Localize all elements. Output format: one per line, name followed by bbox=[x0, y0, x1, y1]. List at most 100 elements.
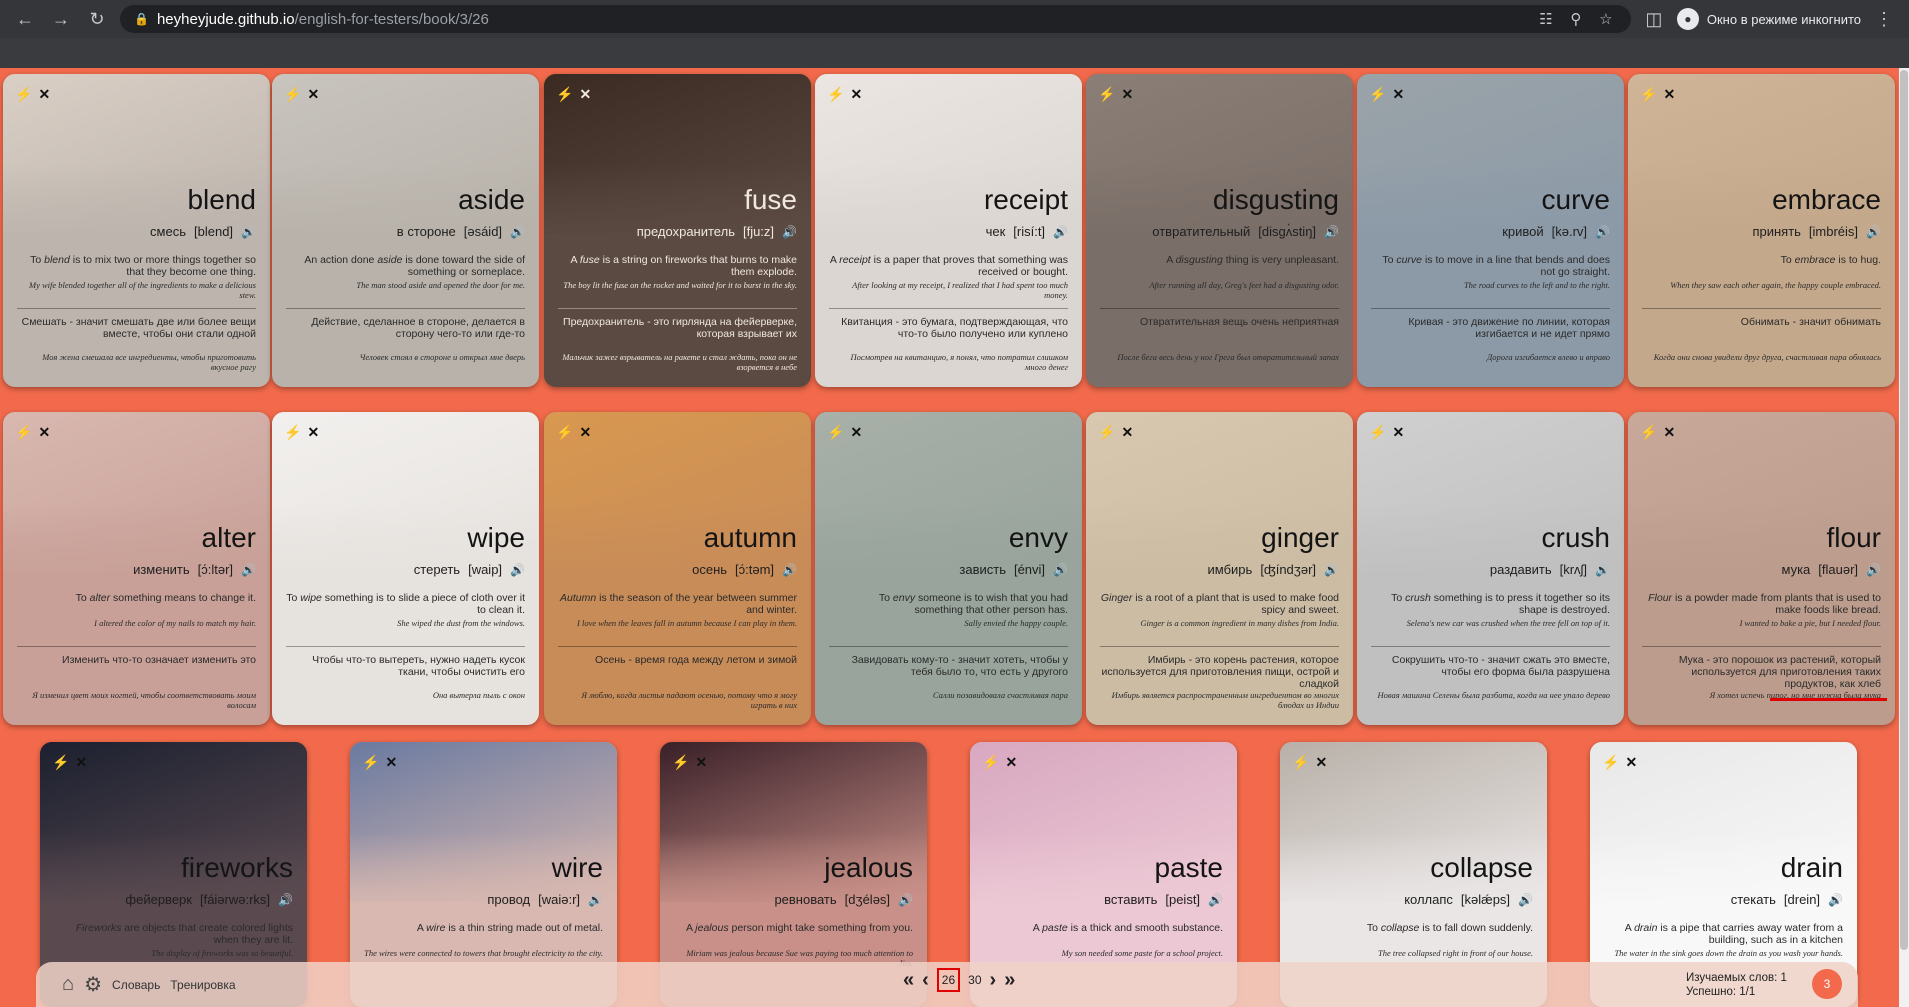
side-panel-icon[interactable]: ◫ bbox=[1641, 9, 1667, 30]
speaker-icon[interactable]: 🔊 bbox=[510, 563, 525, 577]
lightning-icon[interactable]: ⚡ bbox=[1602, 754, 1619, 771]
word-card[interactable]: ⚡ ✕ blend смесь [blend] 🔊 To blend is to mix t… bbox=[3, 74, 270, 387]
word-card[interactable]: ⚡ ✕ ginger имбирь [ʤíndʒər] 🔊 Ginger is a root… bbox=[1086, 412, 1353, 725]
lightning-icon[interactable]: ⚡ bbox=[284, 424, 301, 441]
word-card[interactable]: ⚡ ✕ alter изменить [ɔ́:ltər] 🔊 To alter someth… bbox=[3, 412, 270, 725]
delete-icon[interactable]: ✕ bbox=[1663, 424, 1675, 441]
delete-icon[interactable]: ✕ bbox=[307, 86, 319, 103]
speaker-icon[interactable]: 🔊 bbox=[1324, 563, 1339, 577]
delete-icon[interactable]: ✕ bbox=[1121, 424, 1133, 441]
last-page-icon[interactable]: » bbox=[1004, 969, 1015, 992]
speaker-icon[interactable]: 🔊 bbox=[1866, 563, 1881, 577]
delete-icon[interactable]: ✕ bbox=[579, 86, 591, 103]
translate-icon[interactable]: ☷ bbox=[1535, 10, 1557, 28]
lightning-icon[interactable]: ⚡ bbox=[1640, 86, 1657, 103]
count-badge[interactable]: 3 bbox=[1812, 969, 1842, 999]
delete-icon[interactable]: ✕ bbox=[1625, 754, 1637, 771]
word-card[interactable]: ⚡ ✕ disgusting отвратительный [disgʌ́stiŋ] 🔊 A… bbox=[1086, 74, 1353, 387]
zoom-icon[interactable]: ⚲ bbox=[1565, 10, 1587, 28]
lightning-icon[interactable]: ⚡ bbox=[362, 754, 379, 771]
speaker-icon[interactable]: 🔊 bbox=[1595, 225, 1610, 239]
speaker-icon[interactable]: 🔊 bbox=[1208, 893, 1223, 907]
card-translation: смесь bbox=[150, 224, 186, 239]
dictionary-link[interactable]: Словарь bbox=[112, 978, 160, 992]
delete-icon[interactable]: ✕ bbox=[38, 86, 50, 103]
delete-icon[interactable]: ✕ bbox=[1121, 86, 1133, 103]
speaker-icon[interactable]: 🔊 bbox=[241, 563, 256, 577]
speaker-icon[interactable]: 🔊 bbox=[1866, 225, 1881, 239]
delete-icon[interactable]: ✕ bbox=[1005, 754, 1017, 771]
speaker-icon[interactable]: 🔊 bbox=[588, 893, 603, 907]
lightning-icon[interactable]: ⚡ bbox=[1369, 424, 1386, 441]
card-word: paste bbox=[1154, 852, 1224, 883]
word-card[interactable]: ⚡ ✕ aside в стороне [əsáid] 🔊 An action done a… bbox=[272, 74, 539, 387]
speaker-icon[interactable]: 🔊 bbox=[1595, 563, 1610, 577]
delete-icon[interactable]: ✕ bbox=[1315, 754, 1327, 771]
star-icon[interactable]: ☆ bbox=[1595, 10, 1617, 28]
prev-page-icon[interactable]: ‹ bbox=[922, 969, 929, 992]
next-page-icon[interactable]: › bbox=[990, 969, 997, 992]
word-card[interactable]: ⚡ ✕ fuse предохранитель [fju:z] 🔊 A fuse is a … bbox=[544, 74, 811, 387]
delete-icon[interactable]: ✕ bbox=[1392, 86, 1404, 103]
incognito-indicator[interactable]: ● Окно в режиме инкогнито bbox=[1676, 8, 1861, 30]
word-card[interactable]: ⚡ ✕ flour мука [flauər] 🔊 Flour is a powder ma… bbox=[1628, 412, 1895, 725]
speaker-icon[interactable]: 🔊 bbox=[782, 563, 797, 577]
reload-icon[interactable]: ↻ bbox=[84, 9, 110, 30]
delete-icon[interactable]: ✕ bbox=[850, 424, 862, 441]
word-card[interactable]: ⚡ ✕ envy зависть [énvi] 🔊 To envy someone is t… bbox=[815, 412, 1082, 725]
lightning-icon[interactable]: ⚡ bbox=[1098, 424, 1115, 441]
word-card[interactable]: ⚡ ✕ crush раздавить [krʌʃ] 🔊 To crush somethin… bbox=[1357, 412, 1624, 725]
lightning-icon[interactable]: ⚡ bbox=[1640, 424, 1657, 441]
delete-icon[interactable]: ✕ bbox=[850, 86, 862, 103]
speaker-icon[interactable]: 🔊 bbox=[898, 893, 913, 907]
lightning-icon[interactable]: ⚡ bbox=[982, 754, 999, 771]
lightning-icon[interactable]: ⚡ bbox=[284, 86, 301, 103]
speaker-icon[interactable]: 🔊 bbox=[241, 225, 256, 239]
lightning-icon[interactable]: ⚡ bbox=[556, 86, 573, 103]
forward-icon[interactable]: → bbox=[48, 9, 74, 30]
address-bar[interactable]: 🔒 heyheyjude.github.io/english-for-teste… bbox=[120, 5, 1631, 33]
scrollbar-thumb[interactable] bbox=[1900, 70, 1908, 950]
delete-icon[interactable]: ✕ bbox=[579, 424, 591, 441]
menu-icon[interactable]: ⋮ bbox=[1871, 9, 1897, 30]
delete-icon[interactable]: ✕ bbox=[38, 424, 50, 441]
speaker-icon[interactable]: 🔊 bbox=[278, 893, 293, 907]
lightning-icon[interactable]: ⚡ bbox=[672, 754, 689, 771]
word-card[interactable]: ⚡ ✕ wipe стереть [waip] 🔊 To wipe something is… bbox=[272, 412, 539, 725]
page-scrollbar[interactable] bbox=[1899, 68, 1909, 1007]
word-card[interactable]: ⚡ ✕ autumn осень [ɔ́:təm] 🔊 Autumn is the seas… bbox=[544, 412, 811, 725]
word-card[interactable]: ⚡ ✕ embrace принять [imbréis] 🔊 To embrace is … bbox=[1628, 74, 1895, 387]
lightning-icon[interactable]: ⚡ bbox=[556, 424, 573, 441]
back-icon[interactable]: ← bbox=[12, 9, 38, 30]
delete-icon[interactable]: ✕ bbox=[75, 754, 87, 771]
speaker-icon[interactable]: 🔊 bbox=[510, 225, 525, 239]
word-card[interactable]: ⚡ ✕ receipt чек [risí:t] 🔊 A receipt is a pape… bbox=[815, 74, 1082, 387]
home-icon[interactable]: ⌂ bbox=[62, 973, 74, 996]
lightning-icon[interactable]: ⚡ bbox=[15, 424, 32, 441]
delete-icon[interactable]: ✕ bbox=[695, 754, 707, 771]
card-example: I love when the leaves fall in autumn be… bbox=[577, 618, 797, 628]
lightning-icon[interactable]: ⚡ bbox=[827, 424, 844, 441]
lightning-icon[interactable]: ⚡ bbox=[15, 86, 32, 103]
gear-icon[interactable]: ⚙ bbox=[84, 972, 102, 997]
delete-icon[interactable]: ✕ bbox=[307, 424, 319, 441]
first-page-icon[interactable]: « bbox=[903, 969, 914, 992]
speaker-icon[interactable]: 🔊 bbox=[1053, 225, 1068, 239]
speaker-icon[interactable]: 🔊 bbox=[782, 225, 797, 239]
word-card[interactable]: ⚡ ✕ curve кривой [kə.rv] 🔊 To curve is to move… bbox=[1357, 74, 1624, 387]
speaker-icon[interactable]: 🔊 bbox=[1324, 225, 1339, 239]
current-page[interactable]: 26 bbox=[936, 968, 961, 992]
lightning-icon[interactable]: ⚡ bbox=[1369, 86, 1386, 103]
lightning-icon[interactable]: ⚡ bbox=[827, 86, 844, 103]
delete-icon[interactable]: ✕ bbox=[385, 754, 397, 771]
delete-icon[interactable]: ✕ bbox=[1663, 86, 1675, 103]
speaker-icon[interactable]: 🔊 bbox=[1828, 893, 1843, 907]
card-divider bbox=[558, 308, 797, 309]
lightning-icon[interactable]: ⚡ bbox=[1292, 754, 1309, 771]
lightning-icon[interactable]: ⚡ bbox=[1098, 86, 1115, 103]
lightning-icon[interactable]: ⚡ bbox=[52, 754, 69, 771]
training-link[interactable]: Тренировка bbox=[170, 978, 235, 992]
delete-icon[interactable]: ✕ bbox=[1392, 424, 1404, 441]
speaker-icon[interactable]: 🔊 bbox=[1053, 563, 1068, 577]
speaker-icon[interactable]: 🔊 bbox=[1518, 893, 1533, 907]
